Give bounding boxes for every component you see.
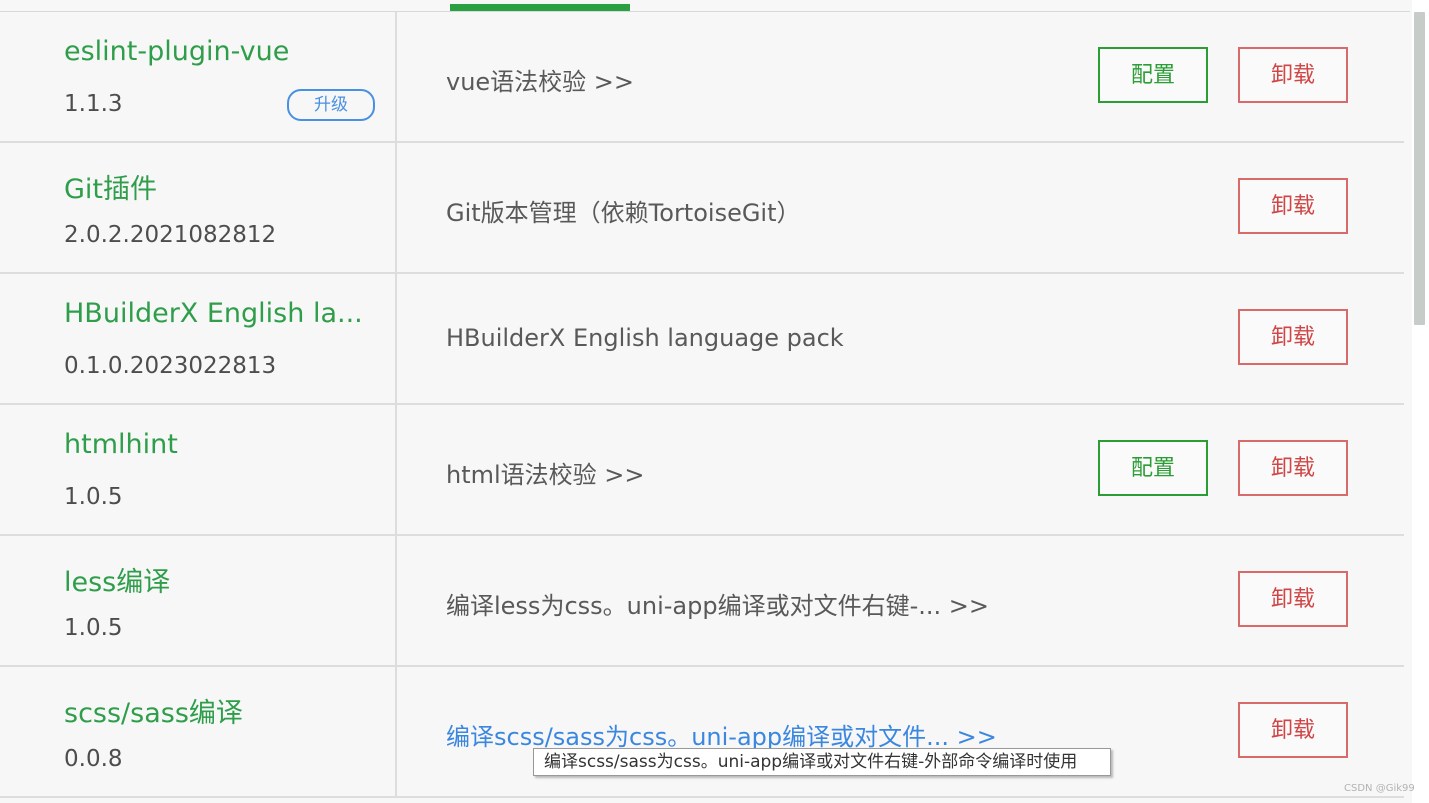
plugin-description[interactable]: vue语法校验 >> bbox=[446, 62, 634, 97]
plugin-version: 0.1.0.2023022813 bbox=[64, 353, 277, 379]
uninstall-button[interactable]: 卸载 bbox=[1238, 571, 1348, 627]
uninstall-button[interactable]: 卸载 bbox=[1238, 178, 1348, 234]
plugin-version: 2.0.2.2021082812 bbox=[64, 222, 277, 248]
uninstall-button[interactable]: 卸载 bbox=[1238, 440, 1348, 496]
plugin-name[interactable]: Git插件 bbox=[64, 167, 374, 206]
uninstall-button[interactable]: 卸载 bbox=[1238, 309, 1348, 365]
plugin-name[interactable]: scss/sass编译 bbox=[64, 691, 374, 730]
plugin-version: 0.0.8 bbox=[64, 746, 123, 772]
plugin-description: HBuilderX English language pack bbox=[446, 324, 844, 352]
plugin-name[interactable]: less编译 bbox=[64, 560, 374, 599]
upgrade-badge[interactable]: 升级 bbox=[287, 89, 375, 121]
plugin-row-htmlhint: htmlhint 1.0.5 html语法校验 >> 配置 卸载 bbox=[0, 405, 1404, 536]
description-tooltip: 编译scss/sass为css。uni-app编译或对文件右键-外部命令编译时使… bbox=[533, 748, 1111, 776]
uninstall-button[interactable]: 卸载 bbox=[1238, 47, 1348, 103]
plugin-name[interactable]: htmlhint bbox=[64, 429, 374, 460]
plugin-info: scss/sass编译 0.0.8 bbox=[0, 667, 397, 796]
plugin-row-scss-sass: scss/sass编译 0.0.8 编译scss/sass为css。uni-ap… bbox=[0, 667, 1404, 798]
plugin-info: eslint-plugin-vue 1.1.3 升级 bbox=[0, 12, 397, 141]
uninstall-button[interactable]: 卸载 bbox=[1238, 702, 1348, 758]
plugin-row-eslint-plugin-vue: eslint-plugin-vue 1.1.3 升级 vue语法校验 >> 配置… bbox=[0, 12, 1404, 143]
plugin-info: htmlhint 1.0.5 bbox=[0, 405, 397, 534]
scrollbar-thumb[interactable] bbox=[1414, 12, 1425, 325]
plugin-version: 1.1.3 bbox=[64, 91, 123, 117]
plugin-description: Git版本管理（依赖TortoiseGit） bbox=[446, 199, 801, 227]
config-button[interactable]: 配置 bbox=[1098, 440, 1208, 496]
plugin-info: less编译 1.0.5 bbox=[0, 536, 397, 665]
plugin-info: HBuilderX English la... 0.1.0.2023022813 bbox=[0, 274, 397, 403]
plugin-name[interactable]: eslint-plugin-vue bbox=[64, 36, 374, 67]
plugin-description[interactable]: html语法校验 >> bbox=[446, 455, 645, 490]
config-button[interactable]: 配置 bbox=[1098, 47, 1208, 103]
plugin-version: 1.0.5 bbox=[64, 484, 123, 510]
plugin-version: 1.0.5 bbox=[64, 615, 123, 641]
plugin-description[interactable]: 编译less为css。uni-app编译或对文件右键-... >> bbox=[446, 586, 989, 621]
plugin-description-link[interactable]: 编译scss/sass为css。uni-app编译或对文件... >> bbox=[446, 717, 997, 752]
plugin-row-less: less编译 1.0.5 编译less为css。uni-app编译或对文件右键-… bbox=[0, 536, 1404, 667]
plugin-info: Git插件 2.0.2.2021082812 bbox=[0, 143, 397, 272]
plugin-name[interactable]: HBuilderX English la... bbox=[64, 298, 374, 329]
plugin-row-git: Git插件 2.0.2.2021082812 Git版本管理（依赖Tortois… bbox=[0, 143, 1404, 274]
plugin-list: eslint-plugin-vue 1.1.3 升级 vue语法校验 >> 配置… bbox=[0, 12, 1404, 798]
plugin-row-hbuilderx-english: HBuilderX English la... 0.1.0.2023022813… bbox=[0, 274, 1404, 405]
watermark: CSDN @Gik99 bbox=[1344, 783, 1415, 794]
active-tab-indicator bbox=[450, 4, 630, 11]
